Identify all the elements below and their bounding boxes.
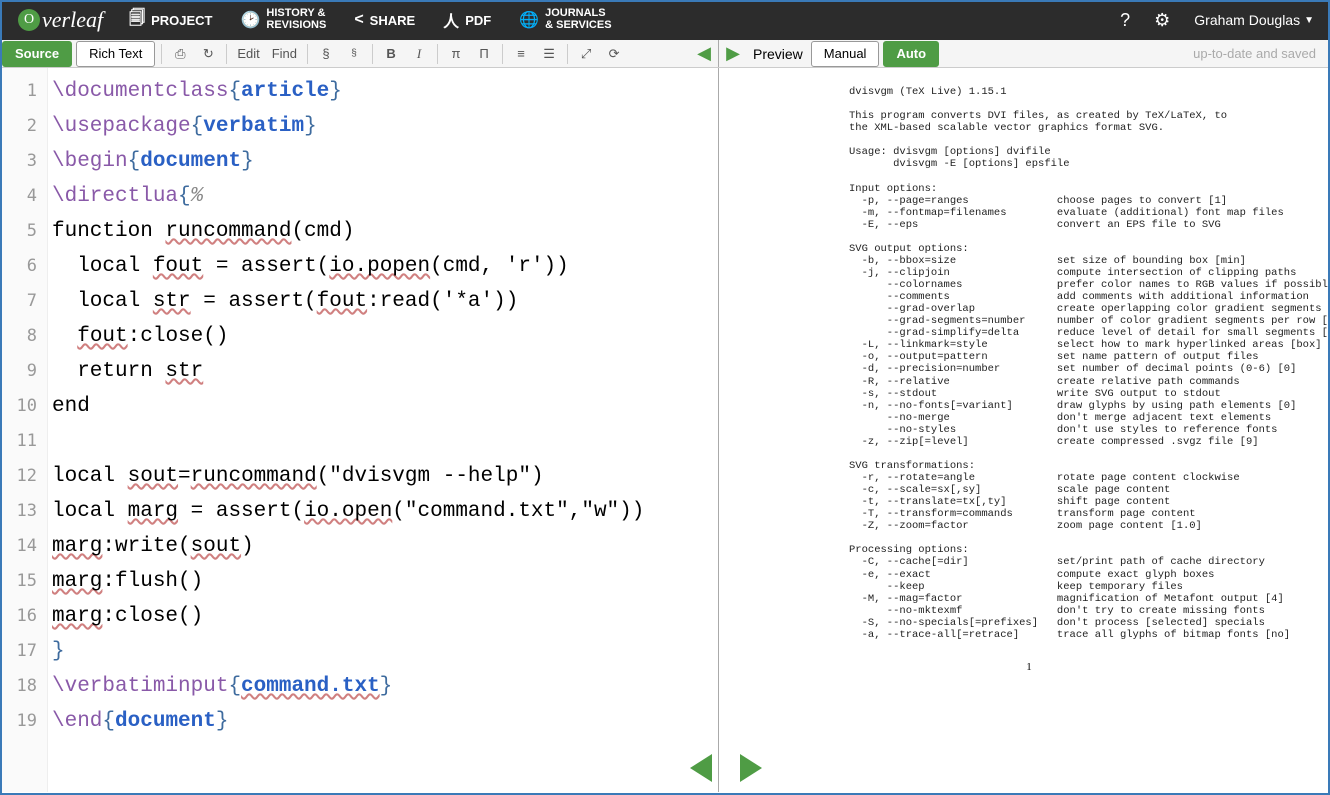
user-menu[interactable]: Graham Douglas ▼ xyxy=(1184,12,1324,28)
refresh-icon[interactable]: ⟳ xyxy=(600,41,628,67)
nav-pdf-label: PDF xyxy=(465,13,491,28)
italic-btn[interactable]: I xyxy=(405,41,433,67)
expand-icon[interactable]: ⤢ xyxy=(572,41,600,67)
bold-btn[interactable]: B xyxy=(377,41,405,67)
display-math-btn[interactable]: Π xyxy=(470,41,498,67)
logo[interactable]: Overleaf xyxy=(6,7,115,33)
globe-icon: 🌐 xyxy=(519,10,539,30)
edit-menu[interactable]: Edit xyxy=(231,41,265,67)
gear-icon[interactable]: ⚙ xyxy=(1144,10,1180,31)
overleaf-icon: O xyxy=(18,9,40,31)
nav-share[interactable]: < SHARE xyxy=(340,0,429,40)
nav-project[interactable]: 🗐 PROJECT xyxy=(115,0,226,40)
nav-project-label: PROJECT xyxy=(151,13,212,28)
nav-history[interactable]: 🕑 HISTORY &REVISIONS xyxy=(226,0,340,40)
preview-toolbar: ▶ Preview Manual Auto up-to-date and sav… xyxy=(719,40,1330,67)
chevron-down-icon: ▼ xyxy=(1304,15,1314,26)
nav-journals[interactable]: 🌐 JOURNALS& SERVICES xyxy=(505,0,625,40)
share-icon: < xyxy=(354,11,363,29)
history-icon: 🕑 xyxy=(240,10,260,30)
help-icon[interactable]: ? xyxy=(1110,10,1140,31)
find-menu[interactable]: Find xyxy=(266,41,303,67)
pdf-icon: 人 xyxy=(443,8,459,32)
jump-left-icon[interactable]: ◀ xyxy=(690,41,718,67)
page-number: 1 xyxy=(849,661,1209,673)
logo-text: verleaf xyxy=(42,7,103,33)
numbered-list-btn[interactable]: ≡ xyxy=(507,41,535,67)
bullet-list-btn[interactable]: ☰ xyxy=(535,41,563,67)
history-circle-icon[interactable]: ↻ xyxy=(194,41,222,67)
line-gutter: 12345678910111213141516171819 xyxy=(0,68,48,792)
editor-toolbar: Source Rich Text ⎙ ↻ Edit Find § § B I π… xyxy=(0,40,719,67)
upload-icon[interactable]: ⎙ xyxy=(166,41,194,67)
nav-share-label: SHARE xyxy=(370,13,416,28)
subsection-btn[interactable]: § xyxy=(340,41,368,67)
pane-arrows xyxy=(690,754,762,782)
tab-richtext[interactable]: Rich Text xyxy=(76,41,155,67)
user-name: Graham Douglas xyxy=(1194,12,1300,28)
compile-status: up-to-date and saved xyxy=(1193,46,1330,61)
preview-pane[interactable]: dvisvgm (TeX Live) 1.15.1 This program c… xyxy=(719,68,1330,792)
collapse-right-icon[interactable] xyxy=(740,754,762,782)
project-icon: 🗐 xyxy=(129,7,145,34)
tab-source[interactable]: Source xyxy=(2,41,72,67)
preview-label: Preview xyxy=(747,46,809,62)
toolbar: Source Rich Text ⎙ ↻ Edit Find § § B I π… xyxy=(0,40,1330,68)
main: 12345678910111213141516171819 \documentc… xyxy=(0,68,1330,792)
section-btn[interactable]: § xyxy=(312,41,340,67)
recompile-auto[interactable]: Auto xyxy=(883,41,939,67)
inline-math-btn[interactable]: π xyxy=(442,41,470,67)
nav-history-label: HISTORY &REVISIONS xyxy=(266,8,326,31)
code-editor[interactable]: \documentclass{article} \usepackage{verb… xyxy=(48,68,718,792)
right-nav: ? ⚙ Graham Douglas ▼ xyxy=(1110,10,1324,31)
recompile-manual[interactable]: Manual xyxy=(811,41,880,67)
main-nav: 🗐 PROJECT 🕑 HISTORY &REVISIONS < SHARE 人… xyxy=(115,0,625,40)
jump-right-icon[interactable]: ▶ xyxy=(719,41,747,67)
editor-pane: 12345678910111213141516171819 \documentc… xyxy=(0,68,719,792)
preview-text: dvisvgm (TeX Live) 1.15.1 This program c… xyxy=(849,86,1330,641)
collapse-left-icon[interactable] xyxy=(690,754,712,782)
nav-pdf[interactable]: 人 PDF xyxy=(429,0,505,40)
top-header: Overleaf 🗐 PROJECT 🕑 HISTORY &REVISIONS … xyxy=(0,0,1330,40)
nav-journals-label: JOURNALS& SERVICES xyxy=(545,8,611,31)
